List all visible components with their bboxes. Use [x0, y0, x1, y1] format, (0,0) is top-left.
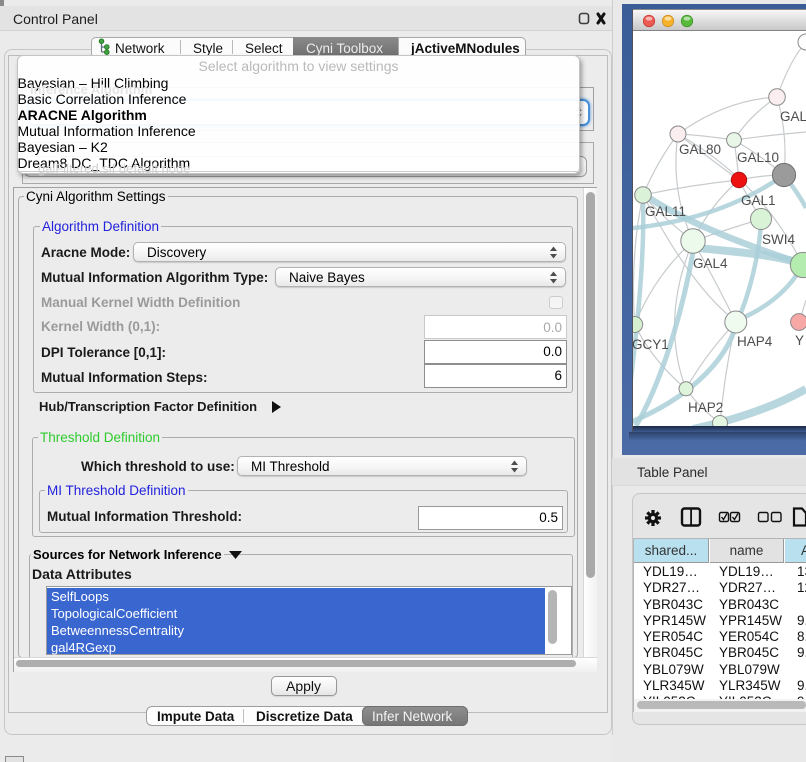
svg-text:SWI4: SWI4 — [762, 232, 795, 247]
svg-text:Y: Y — [795, 333, 804, 348]
svg-text:GCY1: GCY1 — [633, 337, 669, 352]
svg-text:GAL11: GAL11 — [645, 204, 686, 219]
svg-text:GAL: GAL — [780, 109, 806, 124]
svg-text:GAL10: GAL10 — [737, 150, 779, 165]
svg-text:GAL4: GAL4 — [693, 256, 728, 271]
svg-text:HAP4: HAP4 — [737, 334, 773, 349]
svg-text:GAL80: GAL80 — [679, 142, 721, 157]
svg-text:HAP2: HAP2 — [688, 400, 723, 415]
svg-text:GAL1: GAL1 — [741, 193, 776, 208]
